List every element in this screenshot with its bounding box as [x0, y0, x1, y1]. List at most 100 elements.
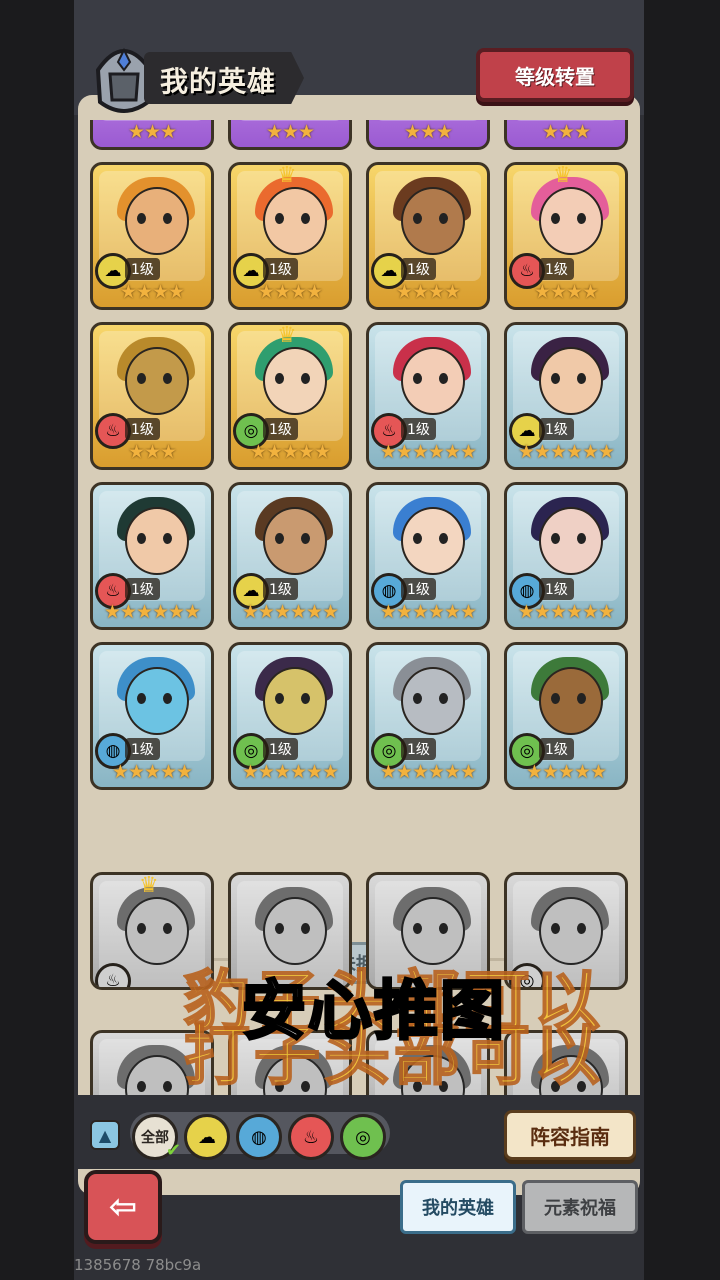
hero-card[interactable]: ♛ ☁ 1级 ★★★★	[228, 162, 352, 310]
hero-card[interactable]: ☁ 1级 ★★★★	[90, 162, 214, 310]
water-element-icon: ◍	[251, 1126, 267, 1148]
hero-card-partial[interactable]: ★★★	[366, 120, 490, 150]
hero-level: 1级	[263, 418, 298, 440]
hero-face	[263, 187, 327, 255]
hero-eye	[577, 923, 586, 934]
hero-eye	[439, 373, 448, 384]
hero-eye	[163, 1081, 172, 1092]
hero-card[interactable]: ☁ 1级 ★★★★	[366, 162, 490, 310]
hero-face	[125, 187, 189, 255]
crown-icon: ♛	[277, 323, 297, 348]
tab-my-heroes[interactable]: 我的英雄	[400, 1180, 516, 1234]
hero-level: 1级	[401, 418, 436, 440]
hero-card[interactable]: ♛ ◎ 1级 ★★★★★	[228, 322, 352, 470]
hero-eye	[413, 373, 422, 384]
hero-card-partial[interactable]: ★★★	[90, 120, 214, 150]
hero-eye	[137, 213, 146, 224]
hero-card[interactable]: ◎ 1级 ★★★★★★	[366, 642, 490, 790]
hero-face	[125, 507, 189, 575]
star-rating: ★★★	[127, 441, 177, 463]
hero-card-partial[interactable]: ★★★	[504, 120, 628, 150]
hero-eye	[551, 213, 560, 224]
hero-face	[125, 347, 189, 415]
star-rating: ★★★★★★	[379, 601, 477, 623]
hero-level: 1级	[263, 578, 298, 600]
right-letterbox	[644, 0, 720, 1280]
hero-face	[539, 347, 603, 415]
level-reset-label: 等级转置	[515, 64, 595, 89]
filter-wind-button[interactable]: ☁	[184, 1114, 230, 1160]
level-reset-button[interactable]: 等级转置	[476, 48, 634, 102]
star-rating: ★★★★	[119, 281, 185, 303]
hero-eye	[577, 213, 586, 224]
filter-all-label: 全部	[141, 1130, 169, 1146]
star-rating: ★★★★	[395, 281, 461, 303]
hero-card[interactable]: ◎ 1级 ★★★★★	[504, 642, 628, 790]
hero-face	[401, 507, 465, 575]
hero-card[interactable]: ♨ 1级 ★★★★★★	[90, 482, 214, 630]
star-rating: ★★★	[403, 121, 453, 143]
crown-icon: ♛	[139, 873, 159, 898]
hero-card[interactable]: ♨ 1级 ★★★★★★	[366, 322, 490, 470]
hero-card[interactable]: ◍ 1级 ★★★★★★	[504, 482, 628, 630]
hero-level: 1级	[125, 418, 160, 440]
overlay-caption: 安心推图	[241, 974, 506, 1051]
wind-element-icon: ☁	[198, 1126, 216, 1148]
hero-face	[401, 667, 465, 735]
lineup-guide-button[interactable]: 阵容指南	[504, 1110, 636, 1160]
hero-level: 1级	[125, 258, 160, 280]
filter-fire-button[interactable]: ♨	[288, 1114, 334, 1160]
hero-card-partial[interactable]: ★★★	[228, 120, 352, 150]
filter-all-button[interactable]: 全部 ✔	[132, 1114, 181, 1161]
hero-eye	[551, 533, 560, 544]
star-rating: ★★★★★★	[379, 761, 477, 783]
hero-face	[125, 897, 189, 965]
hero-eye	[275, 213, 284, 224]
hero-eye	[275, 923, 284, 934]
hero-eye	[551, 693, 560, 704]
hero-level: 1级	[125, 738, 160, 760]
hero-card[interactable]: ◍ 1级 ★★★★★★	[366, 482, 490, 630]
hero-eye	[551, 373, 560, 384]
back-button[interactable]: ⇦	[84, 1170, 162, 1244]
hero-face	[539, 507, 603, 575]
hero-eye	[413, 693, 422, 704]
filter-water-button[interactable]: ◍	[236, 1114, 282, 1160]
hero-level: 1级	[263, 738, 298, 760]
hero-card[interactable]: ♨ 1级 ★★★	[90, 322, 214, 470]
hero-level: 1级	[539, 578, 574, 600]
hero-eye	[163, 213, 172, 224]
hero-level: 1级	[539, 418, 574, 440]
hero-card[interactable]: ☁ 1级 ★★★★★★	[228, 482, 352, 630]
hero-eye	[439, 533, 448, 544]
hero-level: 1级	[539, 738, 574, 760]
hero-eye	[275, 533, 284, 544]
hero-level: 1级	[125, 578, 160, 600]
hero-eye	[301, 213, 310, 224]
filter-nature-button[interactable]: ◎	[340, 1114, 386, 1160]
tab-element-blessing[interactable]: 元素祝福	[522, 1180, 638, 1234]
hero-card[interactable]: ◎ 1级 ★★★★★★	[228, 642, 352, 790]
build-id: 1385678 78bc9a	[74, 1256, 202, 1274]
lineup-guide-label: 阵容指南	[530, 1124, 610, 1149]
star-rating: ★★★★★★	[103, 601, 201, 623]
hero-face	[125, 667, 189, 735]
star-rating: ★★★★	[533, 281, 599, 303]
star-rating: ★★★★★★	[517, 441, 615, 463]
hero-card[interactable]: ♛ ♨ 1级 ★★★★	[504, 162, 628, 310]
hero-card[interactable]: ◍ 1级 ★★★★★	[90, 642, 214, 790]
star-rating: ★★★	[265, 121, 315, 143]
hero-level: 1级	[539, 258, 574, 280]
hero-level: 1级	[401, 258, 436, 280]
hero-face	[401, 347, 465, 415]
hero-level: 1级	[401, 738, 436, 760]
hero-eye	[301, 923, 310, 934]
hero-face	[539, 187, 603, 255]
hero-eye	[163, 923, 172, 934]
star-rating: ★★★★★	[111, 761, 193, 783]
game-screen: 未拥有 ★★★ ★★★ ★★★ ★★★ ☁ 1级 ★★★★ ♛ ☁ 1级 ★★★★ ☁ 1级 ★★★★ ♛ ♨…	[74, 0, 644, 1280]
collapse-up-button[interactable]: ▲	[90, 1120, 120, 1150]
back-arrow-icon: ⇦	[108, 1187, 138, 1227]
hero-eye	[137, 693, 146, 704]
hero-card[interactable]: ☁ 1级 ★★★★★★	[504, 322, 628, 470]
